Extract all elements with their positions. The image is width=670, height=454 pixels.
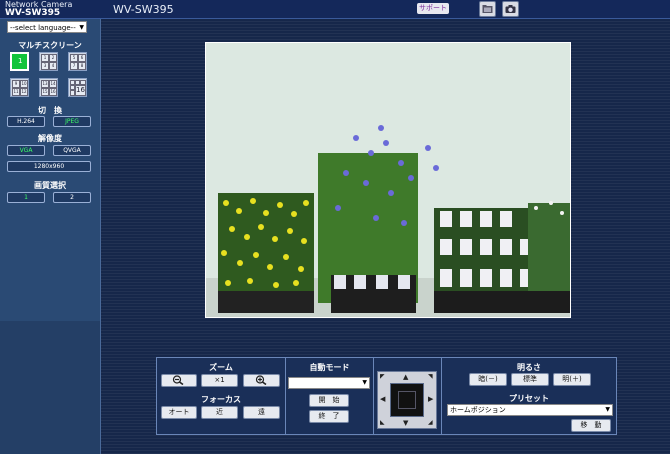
multiscreen-16-button[interactable]: 16 [68, 78, 87, 97]
multiscreen-single-label: 1 [18, 57, 23, 65]
ms-cell: 3 [41, 62, 49, 70]
arrow-up-left-icon[interactable]: ◤ [380, 373, 385, 380]
quality-1-button[interactable]: 1 [7, 192, 45, 203]
brand-model: WV-SW395 [5, 8, 61, 18]
brightness-label: 明るさ [517, 363, 541, 372]
multiscreen-9-12-button[interactable]: 9 10 11 12 [10, 78, 29, 97]
auto-mode-select[interactable]: ▼ [288, 377, 370, 389]
ms-cell: 7 [70, 62, 78, 70]
quality-2-button[interactable]: 2 [53, 192, 91, 203]
zoom-out-button[interactable] [161, 374, 197, 387]
ms-cell: 11 [12, 88, 20, 96]
arrow-left-icon[interactable]: ◀ [380, 395, 385, 403]
multiscreen-5-8-button[interactable]: 5 6 7 8 [68, 52, 87, 71]
folder-icon[interactable] [479, 1, 496, 17]
ms-cell: 13 [41, 80, 49, 88]
zoom-in-icon [255, 375, 266, 386]
focus-far-button[interactable]: 遠 [243, 406, 280, 419]
resolution-label: 解像度 [38, 134, 62, 143]
pan-tilt-center [398, 391, 416, 409]
arrow-down-right-icon[interactable]: ◢ [428, 419, 433, 426]
ms-cell: 5 [70, 54, 78, 62]
preset-label: プリセット [509, 394, 549, 403]
pan-tilt-area[interactable] [390, 383, 424, 417]
arrow-down-icon[interactable]: ▼ [403, 419, 408, 427]
multiscreen-label: マルチスクリーン [18, 41, 82, 50]
sidebar: --select language-- ▼ マルチスクリーン 1 1 2 3 4… [0, 19, 101, 454]
multiscreen-13-16-button[interactable]: 13 14 15 16 [39, 78, 58, 97]
chevron-down-icon: ▼ [362, 379, 367, 386]
focus-near-button[interactable]: 近 [201, 406, 238, 419]
zoom-out-icon [172, 375, 184, 386]
chevron-down-icon: ▼ [79, 24, 84, 31]
arrow-right-icon[interactable]: ▶ [428, 395, 433, 403]
brightness-brighter-button[interactable]: 明(＋) [553, 373, 591, 386]
switch-label: 切 換 [38, 106, 62, 115]
1280x960-button[interactable]: 1280x960 [7, 161, 91, 172]
ms-cell: 16 [75, 85, 86, 96]
ms-cell [70, 90, 75, 96]
ms-cell: 4 [49, 62, 57, 70]
zoom-x1-button[interactable]: ×1 [201, 374, 238, 387]
ms-cell: 8 [78, 62, 86, 70]
ms-cell: 2 [49, 54, 57, 62]
sidebar-lower [0, 321, 100, 454]
qvga-button[interactable]: QVGA [53, 145, 91, 156]
ms-cell: 9 [12, 80, 20, 88]
camera-video-feed[interactable] [205, 42, 571, 318]
chevron-down-icon: ▼ [605, 406, 610, 413]
arrow-down-left-icon[interactable]: ◣ [380, 419, 385, 426]
zoom-label: ズーム [209, 363, 233, 372]
arrow-up-right-icon[interactable]: ◥ [428, 373, 433, 380]
camera-icon[interactable] [502, 1, 519, 17]
camera-title: WV-SW395 [113, 3, 174, 16]
ms-cell: 15 [41, 88, 49, 96]
vga-button[interactable]: VGA [7, 145, 45, 156]
ms-cell: 16 [49, 88, 57, 96]
top-bar: Network Camera WV-SW395 WV-SW395 サポート [0, 0, 670, 19]
ms-cell: 14 [49, 80, 57, 88]
brightness-darker-button[interactable]: 暗(－) [469, 373, 507, 386]
quality-label: 画質選択 [34, 181, 66, 190]
arrow-up-icon[interactable]: ▲ [403, 373, 408, 381]
language-select-value: --select language-- [10, 24, 76, 32]
h264-button[interactable]: H.264 [7, 116, 45, 127]
ms-cell: 12 [20, 88, 28, 96]
focus-auto-button[interactable]: オート [161, 406, 197, 419]
support-link[interactable]: サポート [417, 3, 449, 14]
zoom-in-button[interactable] [243, 374, 280, 387]
ms-cell: 6 [78, 54, 86, 62]
focus-label: フォーカス [201, 395, 241, 404]
divider [373, 358, 374, 434]
preset-select[interactable]: ホームポジション ▼ [447, 404, 613, 416]
language-select[interactable]: --select language-- ▼ [7, 21, 87, 33]
preset-move-button[interactable]: 移 動 [571, 419, 611, 432]
control-panel: ズーム ×1 フォーカス オート 近 遠 自動モード ▼ 開 始 終 了 ▲ ▼… [156, 357, 617, 435]
auto-mode-label: 自動モード [309, 363, 350, 372]
jpeg-button[interactable]: JPEG [53, 116, 91, 127]
multiscreen-single-button[interactable]: 1 [10, 52, 29, 71]
ms-cell: 1 [41, 54, 49, 62]
brightness-standard-button[interactable]: 標準 [511, 373, 549, 386]
stop-button[interactable]: 終 了 [309, 410, 349, 423]
video-image [206, 43, 570, 317]
start-button[interactable]: 開 始 [309, 394, 349, 407]
pan-tilt-pad[interactable]: ▲ ▼ ◀ ▶ ◤ ◥ ◣ ◢ [377, 371, 437, 429]
ms-cell: 10 [20, 80, 28, 88]
multiscreen-1-4-button[interactable]: 1 2 3 4 [39, 52, 58, 71]
preset-select-value: ホームポジション [450, 406, 506, 414]
